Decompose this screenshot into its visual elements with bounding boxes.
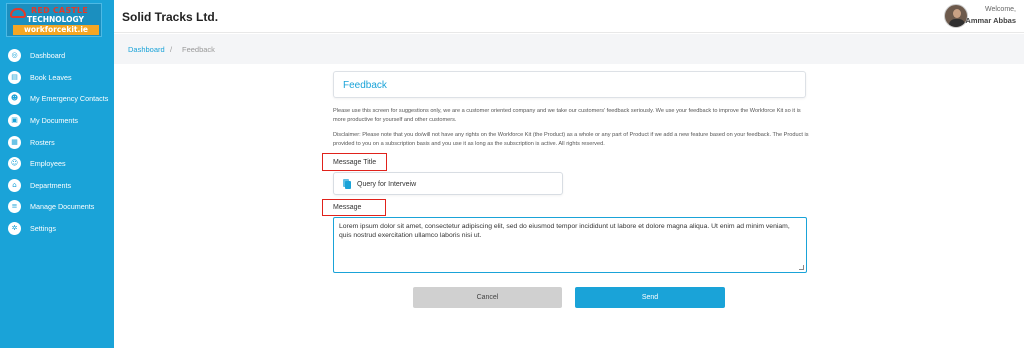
message-title-value: Query for Interveiw [357, 181, 417, 188]
roster-icon: ▦ [8, 135, 21, 149]
sidebar-item-settings[interactable]: ✲ Settings [0, 218, 114, 240]
logo-line-1: RED CASTLE [31, 6, 88, 15]
sidebar-item-label: Dashboard [30, 51, 66, 61]
feedback-title-card: Feedback [333, 71, 806, 98]
manage-documents-icon: ≡ [8, 200, 21, 214]
copy-icon [343, 179, 351, 189]
sidebar-item-label: My Emergency Contacts [30, 94, 109, 104]
contact-icon: ☻ [8, 92, 21, 106]
sidebar-item-label: Departments [30, 180, 72, 190]
page-title: Feedback [343, 80, 387, 91]
cancel-button[interactable]: Cancel [413, 287, 562, 308]
sidebar-nav: ◎ Dashboard ▤ Book Leaves ☻ My Emergency… [0, 45, 114, 239]
sidebar-item-label: Manage Documents [30, 202, 95, 212]
breadcrumb-current: Feedback [182, 45, 215, 54]
breadcrumb: Dashboard / Feedback [114, 34, 1024, 64]
sidebar-item-label: Employees [30, 159, 66, 169]
sidebar-item-departments[interactable]: ⌂ Departments [0, 175, 114, 197]
breadcrumb-dashboard-link[interactable]: Dashboard [128, 45, 165, 54]
sidebar-item-manage-documents[interactable]: ≡ Manage Documents [0, 196, 114, 218]
send-button[interactable]: Send [575, 287, 725, 308]
sidebar-item-my-documents[interactable]: ▣ My Documents [0, 110, 114, 132]
logo-line-2: TECHNOLOGY [27, 15, 84, 24]
resize-handle-icon[interactable] [799, 265, 804, 270]
sidebar-item-dashboard[interactable]: ◎ Dashboard [0, 45, 114, 67]
welcome-text: Welcome, [985, 6, 1016, 13]
message-label: Message [333, 204, 362, 211]
company-name: Solid Tracks Ltd. [122, 10, 219, 24]
sidebar-item-label: Rosters [30, 137, 55, 147]
intro-text: Please use this screen for suggestions o… [333, 108, 801, 123]
message-textarea[interactable]: Lorem ipsum dolor sit amet, consectetur … [333, 217, 807, 273]
sidebar-item-label: Book Leaves [30, 72, 72, 82]
dashboard-icon: ◎ [8, 49, 21, 63]
sidebar-item-label: My Documents [30, 116, 78, 126]
message-title-field[interactable]: Query for Interveiw [333, 172, 563, 195]
sidebar-item-employees[interactable]: ☺ Employees [0, 153, 114, 175]
sidebar-item-rosters[interactable]: ▦ Rosters [0, 131, 114, 153]
logo-line-3: workforcekit.ie [13, 25, 99, 35]
avatar[interactable] [944, 4, 968, 28]
breadcrumb-separator: / [170, 45, 173, 54]
disclaimer-text: Disclaimer: Please note that you do/will… [333, 132, 809, 147]
settings-icon: ✲ [8, 222, 21, 236]
document-icon: ▣ [8, 114, 21, 128]
sidebar-item-emergency-contacts[interactable]: ☻ My Emergency Contacts [0, 88, 114, 110]
departments-icon: ⌂ [8, 178, 21, 192]
user-name[interactable]: Ammar Abbas [965, 16, 1016, 25]
calendar-icon: ▤ [8, 70, 21, 84]
sidebar-item-book-leaves[interactable]: ▤ Book Leaves [0, 67, 114, 89]
message-title-label: Message Title [333, 159, 377, 166]
top-header: Solid Tracks Ltd. Welcome, Ammar Abbas [114, 0, 1024, 33]
sidebar-item-label: Settings [30, 224, 56, 234]
employees-icon: ☺ [8, 157, 21, 171]
sidebar: RED CASTLE TECHNOLOGY workforcekit.ie ◎ … [0, 0, 114, 348]
cloud-logo-icon [10, 8, 26, 18]
message-text: Lorem ipsum dolor sit amet, consectetur … [339, 223, 790, 239]
company-logo[interactable]: RED CASTLE TECHNOLOGY workforcekit.ie [6, 3, 102, 37]
